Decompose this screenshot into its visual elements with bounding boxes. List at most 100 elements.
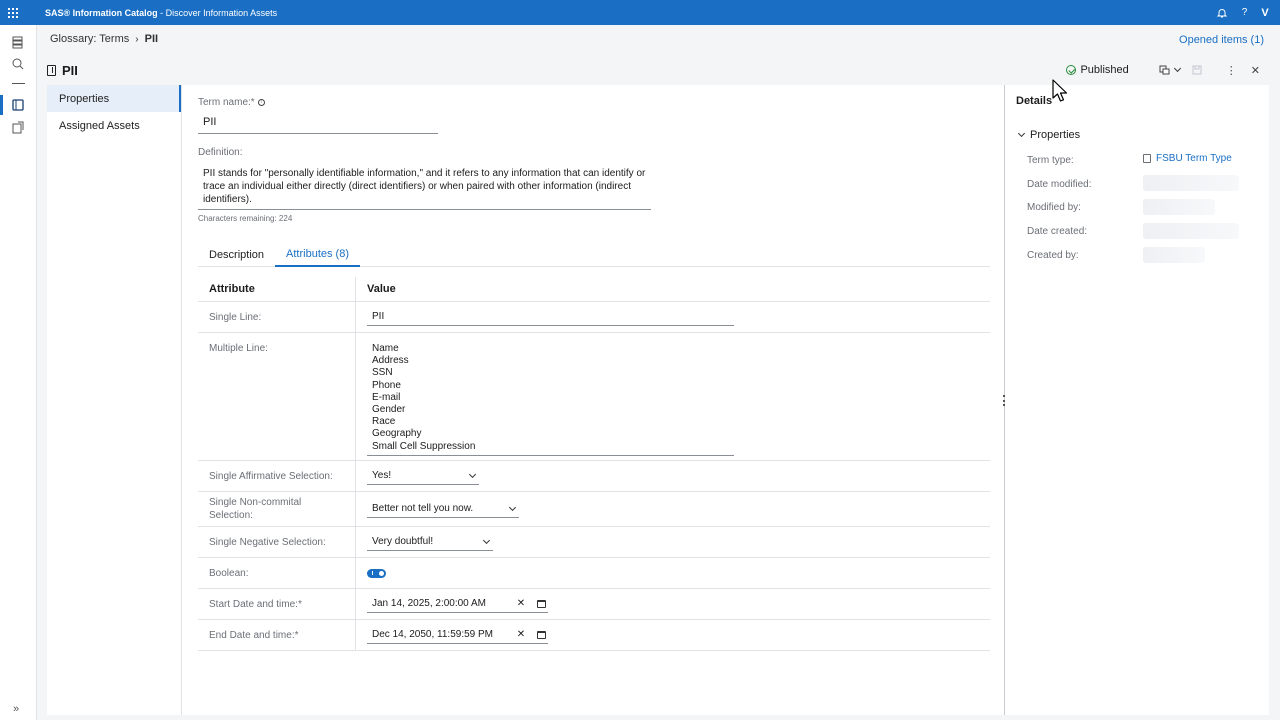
table-row: Single Line: PII bbox=[198, 302, 990, 333]
attribute-label: Single Non-commital Selection: bbox=[198, 492, 356, 526]
calendar-icon[interactable] bbox=[534, 599, 548, 608]
tag-icon[interactable] bbox=[11, 121, 25, 135]
main-area: Glossary: Terms › PII Opened items (1) P… bbox=[37, 25, 1280, 720]
attribute-label: Single Line: bbox=[198, 302, 356, 332]
attribute-label: Multiple Line: bbox=[198, 333, 356, 460]
negative-select[interactable]: Very doubtful! bbox=[367, 534, 493, 551]
attribute-label: End Date and time: * bbox=[198, 620, 356, 650]
properties-panel: Term name:* i PII Definition: PII stands … bbox=[181, 85, 1004, 715]
more-vertical-icon: ⋮ bbox=[1225, 64, 1237, 77]
table-row: End Date and time: * Dec 14, 2050, 11:59:… bbox=[198, 620, 990, 651]
chevron-down-icon bbox=[482, 536, 491, 544]
date-created-label: Date created: bbox=[1027, 226, 1088, 237]
clear-end-icon[interactable]: ✕ bbox=[514, 629, 528, 640]
title-actions: Published ⋮ ✕ bbox=[1066, 63, 1266, 77]
end-datetime-value: Dec 14, 2050, 11:59:59 PM bbox=[372, 629, 494, 640]
rail-active-indicator bbox=[0, 95, 3, 115]
characters-remaining: Characters remaining: 224 bbox=[198, 214, 293, 223]
close-button[interactable]: ✕ bbox=[1251, 64, 1260, 77]
chevron-down-icon bbox=[1017, 129, 1026, 138]
table-row: Multiple Line: Name Address SSN Phone E-… bbox=[198, 333, 990, 461]
single-line-input[interactable]: PII bbox=[367, 309, 734, 326]
left-rail: » bbox=[0, 25, 37, 720]
save-icon bbox=[1192, 65, 1202, 75]
save-button[interactable] bbox=[1192, 65, 1202, 75]
app-subtitle: - Discover Information Assets bbox=[157, 7, 278, 18]
help-icon: ? bbox=[1241, 7, 1248, 18]
nav-item-properties[interactable]: Properties bbox=[47, 85, 181, 112]
app-brand: SAS® Information Catalog bbox=[45, 7, 158, 18]
page-title-row: PII bbox=[47, 63, 78, 78]
help-button[interactable]: ? bbox=[1233, 0, 1256, 25]
status-badge: Published bbox=[1066, 64, 1129, 76]
chevron-down-icon bbox=[1173, 64, 1181, 73]
app-header: SAS® Information Catalog - Discover Info… bbox=[0, 0, 1280, 25]
table-row: Start Date and time: * Jan 14, 2025, 2:00… bbox=[198, 589, 990, 620]
column-header-value: Value bbox=[367, 283, 396, 295]
calendar-icon[interactable] bbox=[534, 630, 548, 639]
created-by-label: Created by: bbox=[1027, 250, 1079, 261]
apps-menu-button[interactable] bbox=[0, 0, 26, 25]
date-modified-value-redacted bbox=[1143, 175, 1239, 191]
notifications-button[interactable] bbox=[1210, 0, 1233, 25]
end-datetime-field[interactable]: Dec 14, 2050, 11:59:59 PM ✕ bbox=[367, 627, 548, 644]
date-created-value-redacted bbox=[1143, 223, 1239, 239]
details-title: Details bbox=[1016, 95, 1053, 107]
clear-start-icon[interactable]: ✕ bbox=[514, 598, 528, 609]
term-name-input[interactable]: PII bbox=[198, 116, 438, 134]
tab-attributes[interactable]: Attributes (8) bbox=[275, 242, 360, 267]
attribute-label: Single Negative Selection: bbox=[198, 527, 356, 557]
breadcrumb-separator: › bbox=[135, 33, 139, 45]
attributes-table: Attribute Value Single Line: PII Multipl… bbox=[198, 277, 990, 651]
mouse-cursor-icon bbox=[1052, 79, 1068, 102]
table-row: Single Non-commital Selection: Better no… bbox=[198, 492, 990, 527]
bell-icon bbox=[1216, 8, 1227, 17]
apps-grid-icon bbox=[8, 7, 18, 18]
term-type-link[interactable]: FSBU Term Type bbox=[1143, 153, 1232, 164]
table-row: Boolean: bbox=[198, 558, 990, 589]
opened-items-link[interactable]: Opened items (1) bbox=[1179, 34, 1264, 46]
term-name-label: Term name:* i bbox=[198, 97, 265, 108]
term-doc-icon bbox=[47, 65, 56, 76]
status-text: Published bbox=[1080, 64, 1129, 76]
modified-by-value-redacted bbox=[1143, 199, 1215, 215]
close-icon: ✕ bbox=[1250, 64, 1260, 77]
table-row: Single Negative Selection: Very doubtful… bbox=[198, 527, 990, 558]
info-icon[interactable]: i bbox=[257, 98, 265, 106]
properties-group-label: Properties bbox=[1030, 129, 1081, 141]
glossary-icon[interactable] bbox=[11, 98, 25, 112]
user-avatar[interactable]: V bbox=[1256, 0, 1274, 25]
attribute-label: Single Affirmative Selection: bbox=[198, 461, 356, 491]
workflow-menu-button[interactable] bbox=[1159, 64, 1181, 75]
noncommital-select[interactable]: Better not tell you now. bbox=[367, 501, 519, 518]
section-nav: Properties Assigned Assets bbox=[47, 85, 181, 715]
created-by-value-redacted bbox=[1143, 247, 1205, 263]
nav-item-assigned-assets[interactable]: Assigned Assets bbox=[47, 112, 181, 139]
start-datetime-field[interactable]: Jan 14, 2025, 2:00:00 AM ✕ bbox=[367, 596, 548, 613]
table-row: Single Affirmative Selection: Yes! bbox=[198, 461, 990, 492]
tab-bar: Description Attributes (8) bbox=[198, 242, 990, 267]
breadcrumb-parent[interactable]: Glossary: Terms bbox=[50, 33, 129, 45]
double-chevron-right-icon: » bbox=[13, 703, 20, 715]
chevron-down-icon bbox=[468, 470, 477, 478]
page-title: PII bbox=[62, 63, 78, 78]
chevron-down-icon bbox=[508, 503, 517, 511]
start-datetime-value: Jan 14, 2025, 2:00:00 AM bbox=[372, 598, 486, 609]
multiple-line-textarea[interactable]: Name Address SSN Phone E-mail Gender Rac… bbox=[367, 335, 734, 456]
column-header-attribute: Attribute bbox=[198, 277, 356, 301]
expand-rail-button[interactable]: » bbox=[13, 703, 19, 715]
properties-group-toggle[interactable]: Properties bbox=[1017, 129, 1081, 141]
document-icon bbox=[1143, 154, 1151, 163]
definition-textarea[interactable]: PII stands for "personally identifiable … bbox=[198, 167, 651, 210]
search-assets-icon[interactable] bbox=[11, 57, 25, 71]
attribute-label: Start Date and time: * bbox=[198, 589, 356, 619]
definition-label: Definition: bbox=[198, 147, 243, 158]
modified-by-label: Modified by: bbox=[1027, 202, 1081, 213]
workflow-icon bbox=[1159, 65, 1170, 75]
tab-description[interactable]: Description bbox=[198, 242, 275, 267]
affirmative-select[interactable]: Yes! bbox=[367, 468, 479, 485]
more-options-button[interactable]: ⋮ bbox=[1226, 64, 1237, 77]
app-title: SAS® Information Catalog - Discover Info… bbox=[45, 8, 277, 18]
catalog-icon[interactable] bbox=[11, 35, 25, 49]
boolean-toggle[interactable] bbox=[367, 568, 386, 578]
